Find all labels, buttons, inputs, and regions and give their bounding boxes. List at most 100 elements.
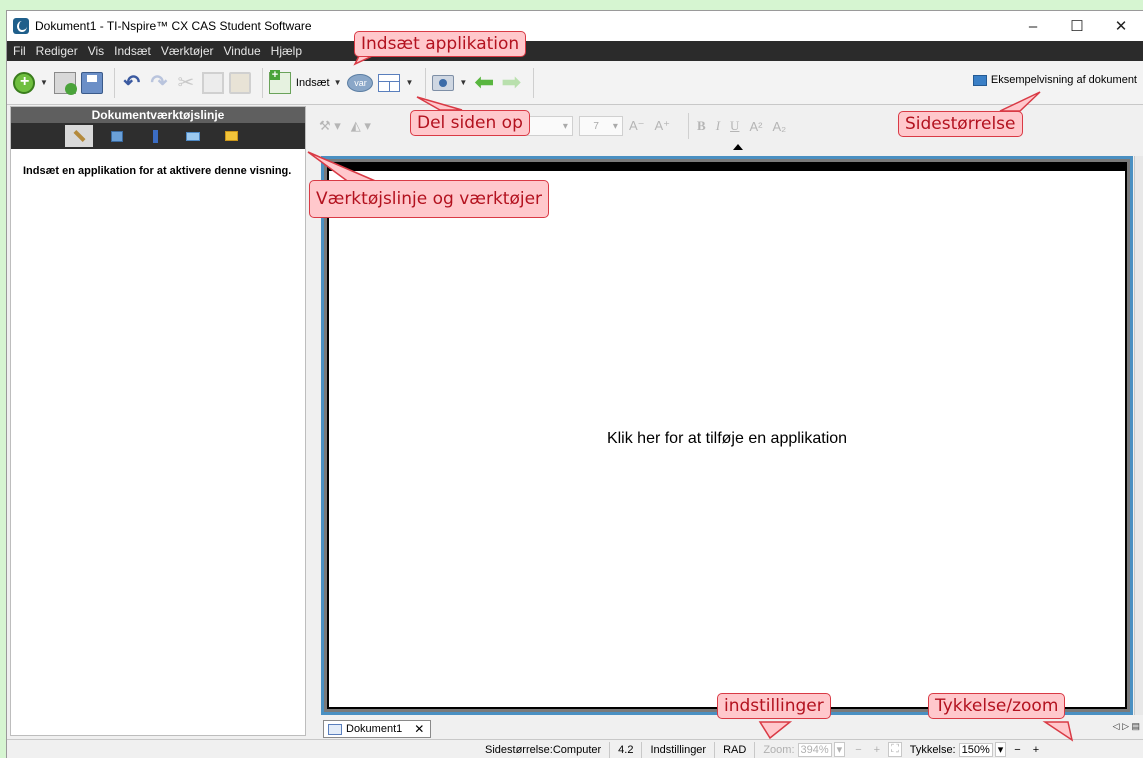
callout-toolbar-tools: Værktøjslinje og værktøjer xyxy=(309,180,550,218)
toolbox-tabs xyxy=(11,123,305,149)
document-tab-label: Dokument1 xyxy=(346,723,403,735)
calculator-tab[interactable] xyxy=(141,125,169,147)
back-arrow-icon[interactable]: ⬅ xyxy=(473,70,495,94)
fill-color-icon[interactable]: ◭ ▾ xyxy=(351,118,371,134)
zoom-out-button[interactable]: − xyxy=(855,744,861,756)
menu-window[interactable]: Vindue xyxy=(224,44,261,58)
angle-mode-status[interactable]: RAD xyxy=(723,744,746,756)
status-separator xyxy=(714,741,716,758)
insert-dropdown-arrow-icon[interactable]: ▼ xyxy=(334,78,342,87)
bold-icon[interactable]: B xyxy=(697,118,706,134)
document-preview-button[interactable]: Eksempelvisning af dokument xyxy=(972,74,1137,86)
thickness-label: Tykkelse: xyxy=(909,743,956,756)
folder-tab[interactable] xyxy=(217,125,245,147)
cut-icon[interactable]: ✂ xyxy=(175,72,197,94)
tools-format-icon[interactable]: ⚒ ▾ xyxy=(319,118,341,134)
minimize-button[interactable]: – xyxy=(1011,11,1055,41)
capture-dropdown-arrow-icon[interactable]: ▼ xyxy=(459,78,467,87)
window-controls: – ☐ ✕ xyxy=(1011,11,1143,41)
menu-bar: Fil Rediger Vis Indsæt Værktøjer Vindue … xyxy=(7,41,1143,61)
zoom-in-button[interactable]: + xyxy=(874,744,880,756)
forward-arrow-icon[interactable]: ➡ xyxy=(500,70,522,94)
screen-capture-icon[interactable] xyxy=(432,74,455,91)
variable-icon[interactable]: var xyxy=(347,73,374,92)
book-icon xyxy=(186,131,200,141)
variables-tab[interactable] xyxy=(103,125,131,147)
subscript-icon[interactable]: A₂ xyxy=(772,119,786,134)
title-bar: Dokument1 - TI-Nspire™ CX CAS Student So… xyxy=(7,11,1143,41)
paste-icon[interactable] xyxy=(228,71,251,94)
italic-icon[interactable]: I xyxy=(716,118,720,134)
status-separator xyxy=(641,741,643,758)
vertical-scrollbar[interactable] xyxy=(1134,156,1143,715)
copy-icon[interactable] xyxy=(201,71,224,94)
thickness-increase-button[interactable]: + xyxy=(1033,744,1039,756)
document-tab[interactable]: Dokument1 ✕ xyxy=(323,720,432,738)
open-document-icon[interactable] xyxy=(53,71,77,95)
insert-button-label[interactable]: Indsæt xyxy=(296,77,330,89)
tab-nav-arrows-icon[interactable]: ◁ ▷ ▤ xyxy=(1113,721,1140,732)
document-icon xyxy=(328,723,342,735)
font-size-combo[interactable]: 7 ▾ xyxy=(578,116,623,136)
close-button[interactable]: ✕ xyxy=(1099,11,1143,41)
new-document-icon[interactable] xyxy=(13,71,35,94)
underline-icon[interactable]: U xyxy=(730,118,739,134)
page-layout-icon[interactable] xyxy=(378,73,401,92)
undo-icon[interactable]: ↶ xyxy=(121,72,143,94)
callout-settings: indstillinger xyxy=(717,693,831,719)
menu-edit[interactable]: Rediger xyxy=(36,44,78,58)
insert-page-icon[interactable] xyxy=(268,69,291,94)
thickness-decrease-button[interactable]: − xyxy=(1014,744,1020,756)
toolbar-separator xyxy=(113,67,115,98)
calculator-icon xyxy=(152,129,158,143)
zoom-label: Zoom: xyxy=(763,743,795,756)
menu-tools[interactable]: Værktøjer xyxy=(161,44,214,58)
page-frame[interactable]: Klik her for at tilføje en applikation xyxy=(321,156,1133,715)
fit-page-icon[interactable]: ⛶ xyxy=(888,742,902,757)
callout-insert-app: Indsæt applikation xyxy=(354,31,527,57)
tools-icon xyxy=(72,129,86,143)
font-size-value: 7 xyxy=(593,120,599,132)
zoom-value[interactable]: 394% xyxy=(797,742,832,757)
status-separator xyxy=(754,741,756,758)
tools-tab[interactable] xyxy=(65,125,93,147)
save-icon[interactable] xyxy=(80,71,103,94)
toolbar-separator xyxy=(533,67,535,98)
document-preview-label: Eksempelvisning af dokument xyxy=(990,74,1137,86)
format-separator xyxy=(688,113,690,139)
status-bar: Sidestørrelse:Computer 4.2 Indstillinger… xyxy=(7,739,1143,758)
toolbar-separator xyxy=(261,67,263,98)
increase-font-icon[interactable]: A⁺ xyxy=(654,118,670,134)
book-tab[interactable] xyxy=(179,125,207,147)
menu-insert[interactable]: Indsæt xyxy=(114,44,151,58)
zoom-dropdown-icon[interactable]: ▾ xyxy=(833,742,846,757)
new-dropdown-arrow-icon[interactable]: ▼ xyxy=(40,78,48,87)
close-tab-icon[interactable]: ✕ xyxy=(414,722,424,736)
redo-icon[interactable]: ↷ xyxy=(148,72,170,94)
page-marker-icon xyxy=(733,144,743,150)
version-status: 4.2 xyxy=(618,743,634,756)
page-size-status[interactable]: Sidestørrelse:Computer xyxy=(485,744,601,756)
folder-icon xyxy=(224,131,238,141)
monitor-icon xyxy=(972,74,987,86)
thickness-dropdown-icon[interactable]: ▾ xyxy=(994,742,1007,757)
variables-icon xyxy=(111,130,123,142)
add-application-prompt[interactable]: Klik her for at tilføje en applikation xyxy=(607,430,847,448)
decrease-font-icon[interactable]: A⁻ xyxy=(629,118,645,134)
menu-view[interactable]: Vis xyxy=(88,44,104,58)
callout-split-page: Del siden op xyxy=(410,110,530,136)
settings-status[interactable]: Indstillinger xyxy=(650,744,706,756)
page-canvas[interactable]: Klik her for at tilføje en applikation xyxy=(327,162,1127,709)
toolbar-separator xyxy=(425,67,427,98)
maximize-button[interactable]: ☐ xyxy=(1055,11,1099,41)
layout-dropdown-arrow-icon[interactable]: ▼ xyxy=(405,78,413,87)
toolbox-title: Dokumentværktøjslinje xyxy=(11,107,305,123)
status-separator xyxy=(609,741,611,758)
thickness-value[interactable]: 150% xyxy=(958,742,993,757)
toolbox-message: Indsæt en applikation for at aktivere de… xyxy=(23,165,292,177)
superscript-icon[interactable]: A² xyxy=(749,119,762,134)
main-toolbar: ▼ ↶ ↷ ✂ Indsæt ▼ var ▼ ▼ ⬅ ➡ Eksempelvis… xyxy=(7,61,1143,105)
window-title: Dokument1 - TI-Nspire™ CX CAS Student So… xyxy=(35,19,312,33)
menu-file[interactable]: Fil xyxy=(13,44,26,58)
menu-help[interactable]: Hjælp xyxy=(271,44,302,58)
